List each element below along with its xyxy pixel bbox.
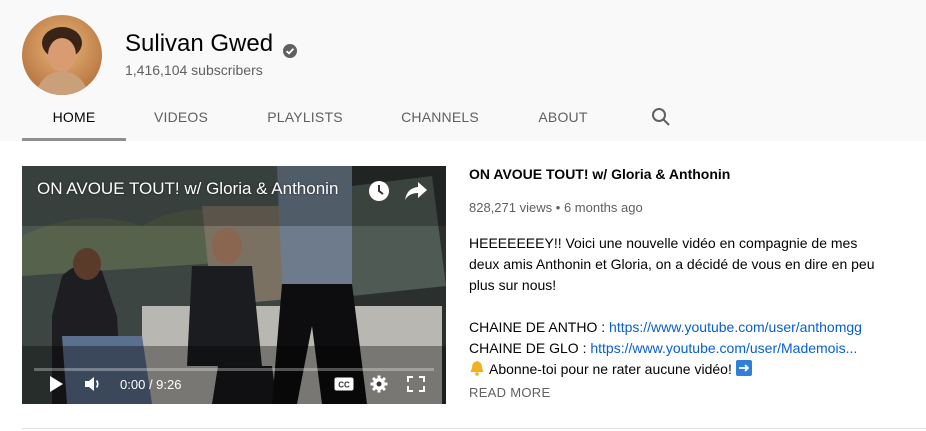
- play-icon[interactable]: [48, 375, 64, 398]
- progress-bar[interactable]: [34, 368, 434, 371]
- description-spacer: [469, 296, 889, 317]
- description-link-line-2: CHAINE DE GLO : https://www.youtube.com/…: [469, 338, 889, 359]
- tab-videos[interactable]: VIDEOS: [130, 95, 232, 141]
- link-gloria-channel[interactable]: https://www.youtube.com/user/Mademois...: [590, 340, 857, 356]
- video-meta: 828,271 views • 6 months ago: [469, 200, 643, 215]
- svg-text:CC: CC: [338, 381, 350, 390]
- verified-badge-icon: [283, 37, 298, 58]
- channel-header: Sulivan Gwed 1,416,104 subscribers HOME …: [0, 0, 926, 141]
- upload-age: 6 months ago: [563, 200, 643, 215]
- view-count: 828,271 views: [469, 200, 553, 215]
- link1-label: CHAINE DE ANTHO :: [469, 319, 606, 335]
- link-anthonin-channel[interactable]: https://www.youtube.com/user/anthomgg: [609, 319, 862, 335]
- subscriber-count: 1,416,104 subscribers: [125, 62, 263, 78]
- read-more-button[interactable]: READ MORE: [469, 385, 550, 400]
- tab-playlists[interactable]: PLAYLISTS: [250, 95, 360, 141]
- description-intro: HEEEEEEEY!! Voici une nouvelle vidéo en …: [469, 235, 875, 293]
- meta-separator: •: [555, 200, 561, 215]
- description-link-line-1: CHAINE DE ANTHO : https://www.youtube.co…: [469, 317, 889, 338]
- right-arrow-icon: [735, 360, 752, 376]
- link2-label: CHAINE DE GLO :: [469, 340, 587, 356]
- video-player[interactable]: ON AVOUE TOUT! w/ Gloria & Anthonin 0:00…: [22, 166, 446, 404]
- subscribe-text: Abonne-toi pour ne rater aucune vidéo!: [489, 361, 732, 377]
- section-divider: [22, 428, 926, 429]
- channel-avatar[interactable]: [22, 15, 102, 95]
- channel-name-text[interactable]: Sulivan Gwed: [125, 30, 273, 58]
- description-subscribe-line: Abonne-toi pour ne rater aucune vidéo!: [469, 359, 889, 380]
- fullscreen-icon[interactable]: [407, 376, 425, 397]
- share-icon[interactable]: [404, 180, 428, 207]
- current-time: 0:00: [120, 377, 146, 392]
- search-icon[interactable]: [651, 107, 671, 127]
- player-title[interactable]: ON AVOUE TOUT! w/ Gloria & Anthonin: [37, 179, 338, 199]
- watch-later-icon[interactable]: [368, 180, 390, 207]
- bell-icon: [469, 360, 485, 376]
- settings-gear-icon[interactable]: [370, 375, 388, 398]
- tab-home[interactable]: HOME: [22, 95, 126, 141]
- tab-about[interactable]: ABOUT: [523, 95, 603, 141]
- video-description: HEEEEEEEY!! Voici une nouvelle vidéo en …: [469, 233, 889, 380]
- volume-icon[interactable]: [84, 376, 102, 397]
- channel-name[interactable]: Sulivan Gwed: [125, 30, 298, 58]
- time-display: 0:00 / 9:26: [120, 377, 181, 392]
- duration: 9:26: [156, 377, 182, 392]
- channel-tabs: HOME VIDEOS PLAYLISTS CHANNELS ABOUT: [0, 95, 926, 141]
- tab-channels[interactable]: CHANNELS: [390, 95, 490, 141]
- captions-icon[interactable]: CC: [334, 377, 354, 396]
- video-title[interactable]: ON AVOUE TOUT! w/ Gloria & Anthonin: [469, 166, 730, 182]
